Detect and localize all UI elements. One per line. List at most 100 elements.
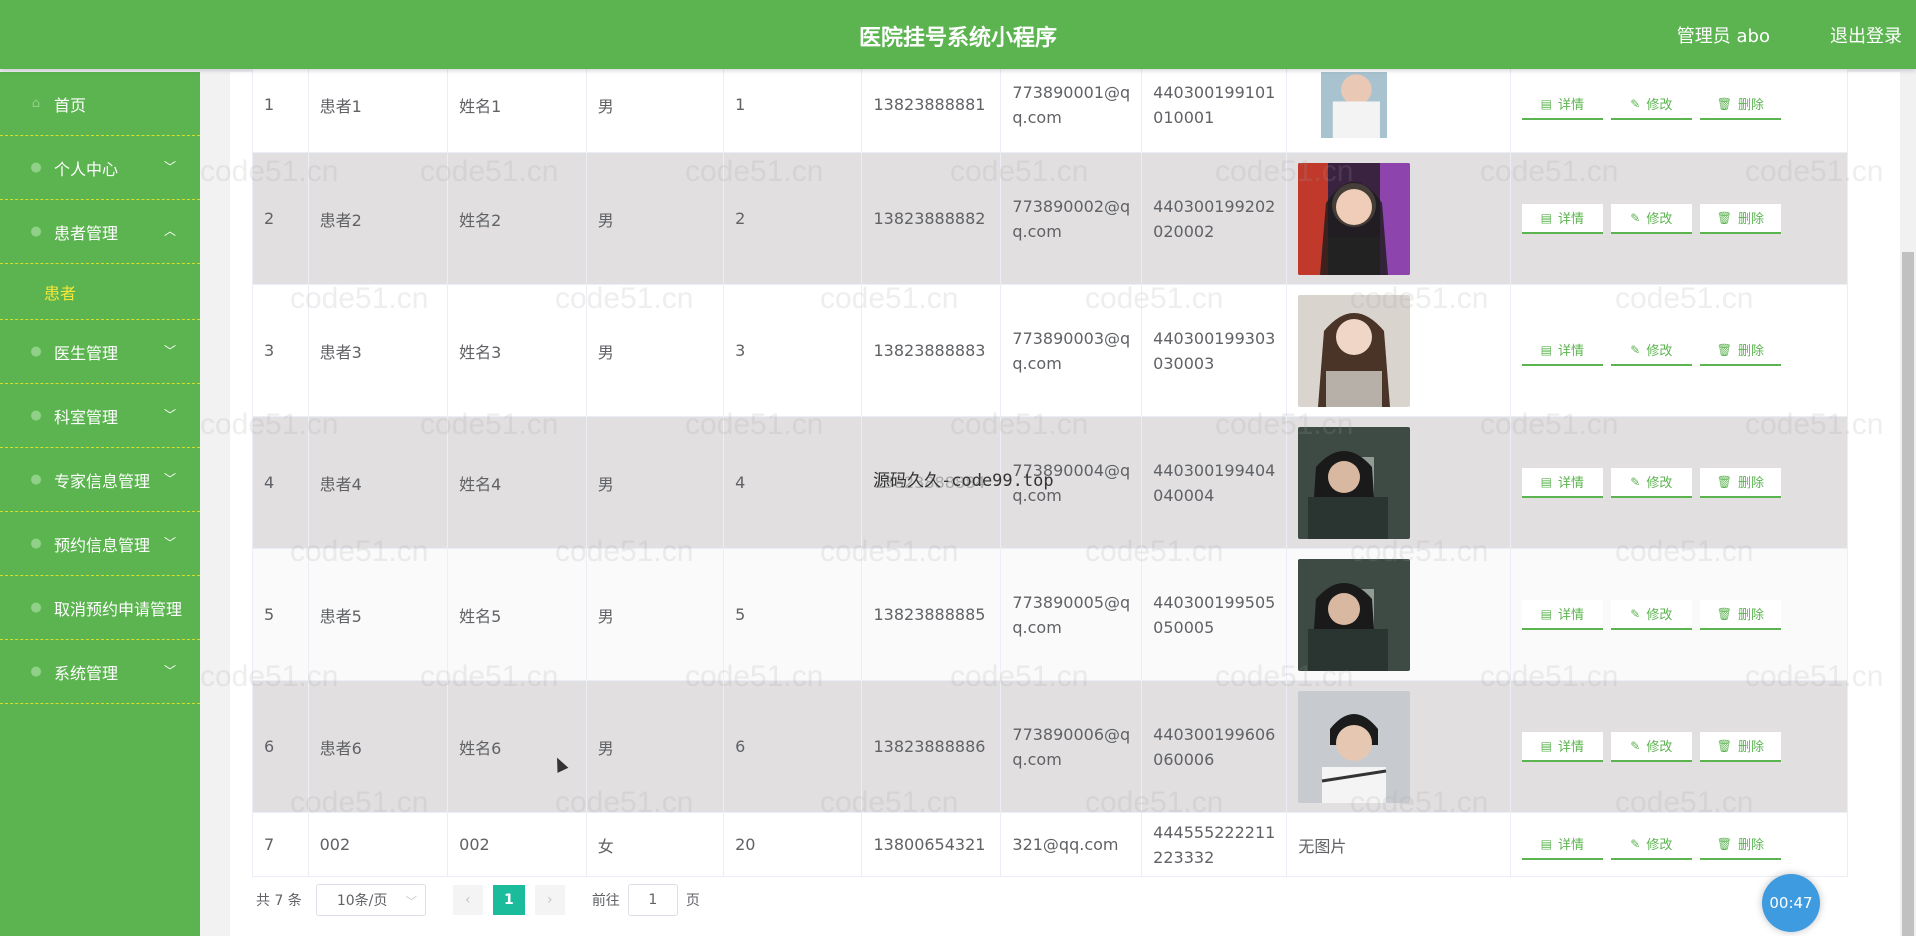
email-line: 773890005@q [1012,592,1131,612]
button-label: 详情 [1558,476,1585,491]
page-scrollbar[interactable] [1900,72,1916,936]
cell-index: 4 [252,416,309,549]
user-icon: ● [30,160,42,175]
sidebar-item-home[interactable]: ⌂ 首页 [0,72,200,136]
goto-page-input[interactable]: 1 [627,884,678,916]
sidebar-item-label: 取消预约申请管理 [54,599,183,619]
id-line: 440300199404 [1153,460,1276,480]
current-page-button[interactable]: 1 [492,885,525,915]
delete-button[interactable]: 🗑 删除 [1699,599,1781,630]
patient-photo [1298,558,1411,671]
cell-gender: 男 [585,284,725,417]
scrollbar-thumb[interactable] [1902,252,1914,936]
edit-button[interactable]: ✎ 修改 [1610,829,1692,860]
prev-page-button[interactable]: ‹ [452,885,483,915]
cell-index: 6 [252,680,309,813]
table-row: 6 患者6 姓名6 男 6 13823888886 773890006@q q.c… [252,680,1849,813]
patient-icon: ● [30,224,42,239]
id-line: 440300199303 [1153,328,1276,348]
cell-index: 7 [252,812,309,877]
page-size-value: 10条/页 [336,893,388,909]
button-label: 修改 [1646,98,1673,113]
edit-button[interactable]: ✎ 修改 [1610,335,1692,366]
next-page-button[interactable]: › [534,885,565,915]
doctor-icon: ● [30,344,42,359]
detail-button[interactable]: ▤ 详情 [1521,599,1603,630]
detail-button[interactable]: ▤ 详情 [1521,335,1603,366]
cell-id-number: 440300199505 050005 [1141,548,1288,681]
overlay-watermark-text: 源码久久-code99.top [873,471,1054,491]
detail-button[interactable]: ▤ 详情 [1521,203,1603,234]
detail-button[interactable]: ▤ 详情 [1521,829,1603,860]
table-row: 3 患者3 姓名3 男 3 13823888883 773890003@q q.c… [252,284,1849,417]
cell-account: 患者3 [307,284,449,417]
id-line: 060006 [1153,749,1215,769]
cell-name: 姓名5 [447,548,587,681]
id-line: 444555222211 [1153,822,1276,842]
cell-id-number: 440300199606 060006 [1141,680,1288,813]
cell-actions: ▤ 详情 ✎ 修改 🗑 删除 [1509,416,1849,549]
email-line: q.com [1012,107,1062,127]
chevron-down-icon: ﹀ [163,472,176,486]
edit-button[interactable]: ✎ 修改 [1610,89,1692,120]
email-line: q.com [1012,749,1062,769]
sidebar-item-appointments[interactable]: ● 预约信息管理 ﹀ [0,512,200,576]
logout-link[interactable]: 退出登录 [1830,22,1902,48]
document-icon: ▤ [1540,474,1552,489]
cell-index: 2 [252,152,309,285]
cell-email: 773890003@q q.com [1000,284,1143,417]
cell-name: 姓名2 [447,152,587,285]
edit-icon: ✎ [1630,342,1641,357]
cell-index: 3 [252,284,309,417]
delete-button[interactable]: 🗑 删除 [1699,335,1781,366]
sidebar-item-label: 个人中心 [54,159,119,179]
chevron-down-icon: ﹀ [163,536,176,550]
edit-button[interactable]: ✎ 修改 [1610,467,1692,498]
document-icon: ▤ [1540,606,1552,621]
id-line: 440300199505 [1153,592,1276,612]
sidebar-item-experts[interactable]: ● 专家信息管理 ﹀ [0,448,200,512]
edit-button[interactable]: ✎ 修改 [1610,203,1692,234]
sidebar-item-system[interactable]: ● 系统管理 ﹀ [0,640,200,704]
cell-name: 002 [447,812,587,877]
detail-button[interactable]: ▤ 详情 [1521,731,1603,762]
button-label: 详情 [1558,212,1585,227]
email-line: 773890003@q [1012,328,1131,348]
chevron-down-icon: ﹀ [163,408,176,422]
expert-icon: ● [30,472,42,487]
goto-suffix: 页 [685,893,700,909]
sidebar-item-patients[interactable]: ● 患者管理 ︿ [0,200,200,264]
page-size-select[interactable]: 10条/页 ﹀ [315,884,426,916]
detail-button[interactable]: ▤ 详情 [1521,89,1603,120]
edit-icon: ✎ [1630,96,1641,111]
content-gutter [200,72,230,936]
table-row: 5 患者5 姓名5 男 5 13823888885 773890005@q q.c… [252,548,1849,681]
edit-button[interactable]: ✎ 修改 [1610,731,1692,762]
delete-button[interactable]: 🗑 删除 [1699,829,1781,860]
id-line: 020002 [1153,221,1215,241]
delete-button[interactable]: 🗑 删除 [1699,89,1781,120]
trash-icon: 🗑 [1716,738,1732,753]
sidebar-subitem-patient[interactable]: 患者 [0,264,200,320]
sidebar-item-cancel-requests[interactable]: ● 取消预约申请管理 [0,576,200,640]
detail-button[interactable]: ▤ 详情 [1521,467,1603,498]
cell-name: 姓名6 [447,680,587,813]
delete-button[interactable]: 🗑 删除 [1699,203,1781,234]
sidebar-item-doctors[interactable]: ● 医生管理 ﹀ [0,320,200,384]
timer-badge[interactable]: 00:47 [1762,874,1820,932]
document-icon: ▤ [1540,342,1552,357]
delete-button[interactable]: 🗑 删除 [1699,731,1781,762]
edit-icon: ✎ [1630,210,1641,225]
id-line: 223332 [1153,847,1215,867]
sidebar-item-profile[interactable]: ● 个人中心 ﹀ [0,136,200,200]
cell-phone: 13823888882 [861,152,1002,285]
sidebar-item-departments[interactable]: ● 科室管理 ﹀ [0,384,200,448]
cell-phone: 13823888883 [861,284,1002,417]
cell-name: 姓名1 [447,56,587,153]
cell-photo [1286,284,1511,417]
email-line: q.com [1012,617,1062,637]
sidebar-item-label: 专家信息管理 [54,471,151,491]
cell-age: 3 [723,284,863,417]
edit-button[interactable]: ✎ 修改 [1610,599,1692,630]
delete-button[interactable]: 🗑 删除 [1699,467,1781,498]
